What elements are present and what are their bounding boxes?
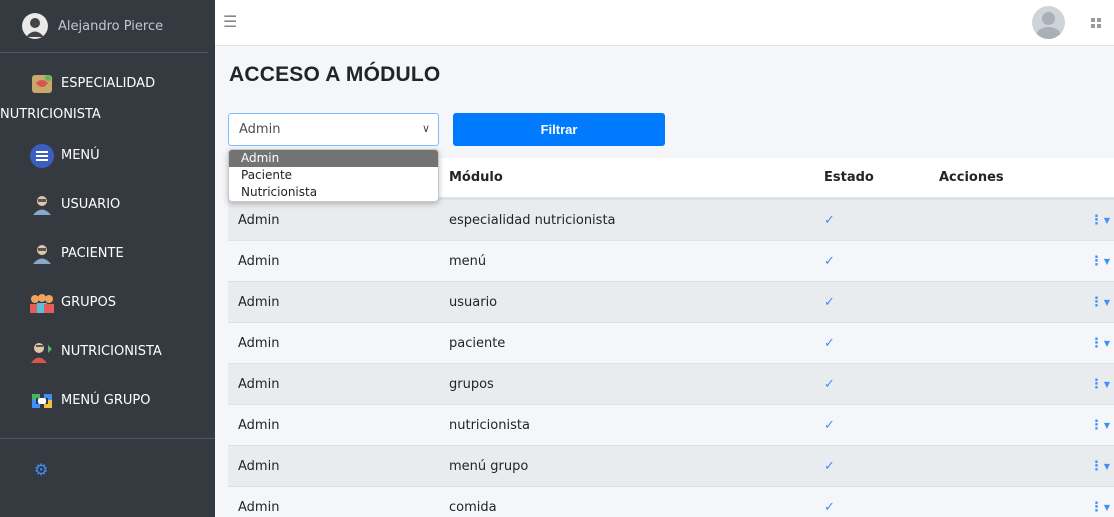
cell-module: usuario [449,294,498,310]
check-icon: ✓ [824,417,835,433]
cogs-icon[interactable]: ⚙ [34,460,48,479]
cell-role: Admin [238,212,280,228]
user-icon [27,192,57,218]
check-icon: ✓ [824,458,835,474]
patient-icon [27,241,57,267]
check-icon: ✓ [824,376,835,392]
check-icon: ✓ [824,499,835,515]
cell-module: menú [449,253,487,269]
cell-role: Admin [238,294,280,310]
header-estado: Estado [824,170,874,185]
cell-role: Admin [238,376,280,392]
filter-button[interactable]: Filtrar [453,113,665,146]
apps-grid-icon[interactable] [1091,18,1101,28]
check-icon: ✓ [824,212,835,228]
row-actions-button[interactable]: ⋮ ▼ [1089,418,1114,433]
user-name: Alejandro Pierce [58,18,164,34]
sidebar-item-menu-grupo[interactable]: MENÚ GRUPO [0,376,215,425]
sidebar-divider [0,438,215,439]
sidebar-item-menu[interactable]: MENÚ [0,131,215,180]
avatar[interactable] [1032,6,1065,39]
sidebar-item-grupos[interactable]: GRUPOS [0,278,215,327]
role-select-value: Admin [239,122,281,137]
group-menu-icon [27,388,57,414]
top-navbar: ☰ [215,0,1114,46]
row-actions-button[interactable]: ⋮ ▼ [1089,377,1114,392]
check-icon: ✓ [824,335,835,351]
table-row: Admin menú ✓ ⋮ ▼ [228,240,1114,281]
cell-role: Admin [238,499,280,515]
sidebar-item-nutricionista[interactable]: NUTRICIONISTA [0,327,215,376]
dropdown-option-nutricionista[interactable]: Nutricionista [229,184,438,201]
sidebar-item-especialidad-nutricionista[interactable]: ESPECIALIDAD NUTRICIONISTA [0,61,215,131]
user-panel[interactable]: Alejandro Pierce [0,0,208,53]
cell-role: Admin [238,253,280,269]
user-avatar [22,13,48,39]
dropdown-option-paciente[interactable]: Paciente [229,167,438,184]
table-row: Admin comida ✓ ⋮ ▼ [228,486,1114,517]
check-icon: ✓ [824,253,835,269]
role-select-dropdown: Admin Paciente Nutricionista [228,149,439,202]
cell-module: grupos [449,376,494,392]
cell-role: Admin [238,417,280,433]
table-row: Admin usuario ✓ ⋮ ▼ [228,281,1114,322]
check-icon: ✓ [824,294,835,310]
table-row: Admin grupos ✓ ⋮ ▼ [228,363,1114,404]
row-actions-button[interactable]: ⋮ ▼ [1089,254,1114,269]
cell-module: nutricionista [449,417,530,433]
cell-module: especialidad nutricionista [449,212,616,228]
hamburger-icon[interactable]: ☰ [223,12,237,31]
sidebar-nav: ESPECIALIDAD NUTRICIONISTA MENÚ USUARIO … [0,53,215,425]
sidebar-item-paciente[interactable]: PACIENTE [0,229,215,278]
table-row: Admin paciente ✓ ⋮ ▼ [228,322,1114,363]
cell-role: Admin [238,335,280,351]
page-title: ACCESO A MÓDULO [229,63,441,86]
table-row: Admin nutricionista ✓ ⋮ ▼ [228,404,1114,445]
cell-module: menú grupo [449,458,529,474]
role-select[interactable]: Admin ∨ [228,113,439,146]
dropdown-option-admin[interactable]: Admin [229,150,438,167]
cell-module: comida [449,499,497,515]
nutritionist-icon [27,339,57,365]
header-acciones: Acciones [939,170,1004,185]
row-actions-button[interactable]: ⋮ ▼ [1089,500,1114,515]
nutrition-icon [27,71,57,97]
menu-list-icon [27,143,57,169]
row-actions-button[interactable]: ⋮ ▼ [1089,336,1114,351]
row-actions-button[interactable]: ⋮ ▼ [1089,459,1114,474]
cell-module: paciente [449,335,506,351]
sidebar-item-usuario[interactable]: USUARIO [0,180,215,229]
sidebar: Alejandro Pierce ESPECIALIDAD NUTRICIONI… [0,0,215,517]
row-actions-button[interactable]: ⋮ ▼ [1089,213,1114,228]
row-actions-button[interactable]: ⋮ ▼ [1089,295,1114,310]
header-modulo: Módulo [449,170,503,185]
chevron-down-icon: ∨ [421,122,430,135]
cell-role: Admin [238,458,280,474]
group-icon [27,290,57,316]
table-row: Admin menú grupo ✓ ⋮ ▼ [228,445,1114,486]
modules-table: Módulo Estado Acciones Admin especialida… [228,158,1114,517]
table-row: Admin especialidad nutricionista ✓ ⋮ ▼ [228,199,1114,240]
